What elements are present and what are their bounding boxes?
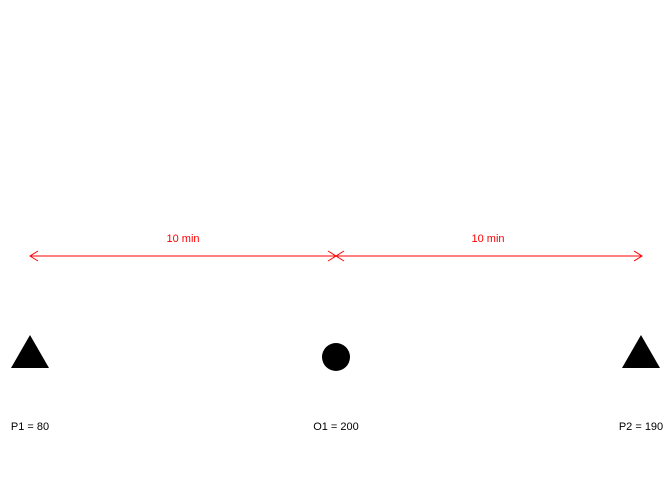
distance-segment-o1-p2: 10 min: [335, 233, 643, 262]
node-p1: P1 = 80: [11, 335, 49, 433]
distance-label: 10 min: [166, 233, 199, 245]
node-label: P2 = 190: [619, 421, 663, 433]
triangle-icon: [622, 335, 660, 368]
route-diagram: 10 min 10 min P1 = 80 O1 = 200 P2 = 190: [11, 233, 663, 433]
distance-segment-p1-o1: 10 min: [29, 233, 337, 262]
circle-icon: [322, 343, 350, 371]
node-o1: O1 = 200: [313, 343, 359, 433]
node-label: O1 = 200: [313, 421, 359, 433]
node-label: P1 = 80: [11, 421, 49, 433]
triangle-icon: [11, 335, 49, 368]
distance-label: 10 min: [471, 233, 504, 245]
node-p2: P2 = 190: [619, 335, 663, 433]
